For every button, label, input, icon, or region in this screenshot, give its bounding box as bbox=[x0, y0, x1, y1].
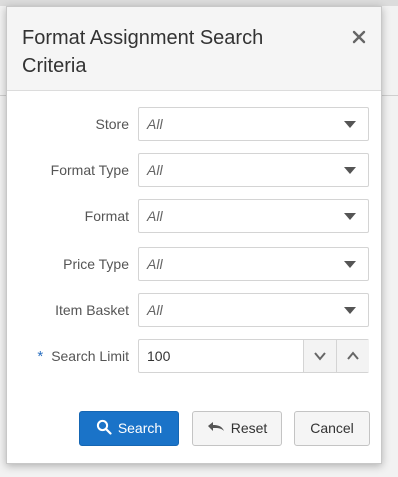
chevron-up-icon bbox=[347, 351, 359, 360]
store-label: Store bbox=[95, 116, 129, 132]
format-label: Format bbox=[84, 208, 129, 224]
format-type-select[interactable]: All bbox=[138, 153, 369, 187]
format-type-select-value: All bbox=[147, 162, 163, 178]
increment-button[interactable] bbox=[336, 340, 369, 372]
search-limit-label: Search Limit bbox=[51, 348, 129, 364]
item-basket-select[interactable]: All bbox=[138, 293, 369, 327]
dialog-title: Format Assignment Search Criteria bbox=[22, 27, 264, 77]
price-type-row: Price Type All bbox=[7, 247, 381, 281]
dialog-header: Format Assignment Search Criteria bbox=[7, 7, 381, 91]
item-basket-label: Item Basket bbox=[55, 302, 129, 318]
cancel-button-label: Cancel bbox=[310, 420, 354, 436]
close-button[interactable] bbox=[349, 27, 369, 47]
close-icon bbox=[352, 30, 366, 44]
chevron-down-icon bbox=[314, 352, 326, 361]
chevron-down-icon bbox=[344, 307, 356, 314]
decrement-button[interactable] bbox=[303, 340, 336, 372]
chevron-down-icon bbox=[344, 121, 356, 128]
reset-button[interactable]: Reset bbox=[192, 411, 282, 446]
store-select-value: All bbox=[147, 116, 163, 132]
chevron-down-icon bbox=[344, 167, 356, 174]
search-limit-input[interactable] bbox=[139, 340, 303, 372]
reset-button-label: Reset bbox=[230, 420, 268, 436]
chevron-down-icon bbox=[344, 261, 356, 268]
search-button[interactable]: Search bbox=[79, 411, 179, 446]
search-limit-label-group: * Search Limit bbox=[37, 339, 129, 373]
price-type-label: Price Type bbox=[63, 256, 129, 272]
price-type-select[interactable]: All bbox=[138, 247, 369, 281]
format-select[interactable]: All bbox=[138, 199, 369, 233]
format-type-row: Format Type All bbox=[7, 153, 381, 187]
required-indicator: * bbox=[37, 348, 44, 365]
search-button-label: Search bbox=[117, 420, 163, 436]
format-select-value: All bbox=[147, 208, 163, 224]
search-criteria-dialog: Format Assignment Search Criteria Store … bbox=[6, 6, 382, 464]
price-type-select-value: All bbox=[147, 256, 163, 272]
format-type-label: Format Type bbox=[50, 162, 129, 178]
item-basket-select-value: All bbox=[147, 302, 163, 318]
search-limit-stepper bbox=[138, 339, 369, 373]
chevron-down-icon bbox=[344, 213, 356, 220]
search-icon bbox=[96, 420, 112, 435]
store-row: Store All bbox=[7, 107, 381, 141]
item-basket-row: Item Basket All bbox=[7, 293, 381, 327]
cancel-button[interactable]: Cancel bbox=[294, 411, 370, 446]
undo-arrow-icon bbox=[207, 422, 224, 432]
format-row: Format All bbox=[7, 199, 381, 233]
store-select[interactable]: All bbox=[138, 107, 369, 141]
search-limit-row: * Search Limit bbox=[7, 339, 381, 373]
